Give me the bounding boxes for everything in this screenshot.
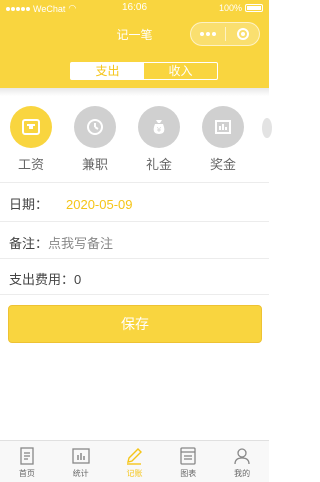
home-doc-icon (20, 447, 34, 465)
expense-income-toggle: 支出 收入 (70, 62, 218, 80)
category-item-bonus[interactable]: 奖金 (198, 106, 248, 173)
status-battery: 100% (219, 3, 263, 13)
save-button[interactable]: 保存 (8, 305, 262, 343)
report-icon (180, 447, 196, 465)
date-row[interactable]: 日期： 2020-05-09 (9, 194, 133, 213)
toggle-income[interactable]: 收入 (144, 63, 217, 79)
header-shadow (0, 88, 269, 96)
money-bag-icon: ¥ (138, 106, 180, 148)
svg-text:¥: ¥ (157, 126, 162, 134)
tab-label: 图表 (180, 469, 197, 478)
category-item-salary[interactable]: 工资 (6, 106, 56, 173)
bar-chart-icon (72, 448, 90, 464)
tab-label: 首页 (18, 469, 35, 478)
tab-label: 统计 (72, 469, 89, 478)
category-label: 奖金 (209, 157, 236, 172)
bonus-card-icon (202, 106, 244, 148)
date-value[interactable]: 2020-05-09 (66, 197, 133, 212)
divider (0, 258, 269, 259)
toggle-expense[interactable]: 支出 (71, 63, 144, 79)
category-item-giftmoney[interactable]: ¥ 礼金 (134, 106, 184, 173)
tab-label: 记账 (126, 469, 143, 478)
date-label: 日期： (9, 197, 49, 212)
amount-input[interactable]: 0 (74, 272, 81, 287)
close-mini-program-button[interactable] (226, 28, 259, 40)
header: WeChat ◠ 16:06 100% 记一笔 支出 收入 (0, 0, 269, 88)
amount-row[interactable]: 支出费用：0 (9, 269, 81, 288)
note-label: 备注： (9, 236, 49, 251)
tab-home[interactable]: 首页 (0, 441, 54, 482)
tab-bar: 首页 统计 记账 图表 我的 (0, 440, 269, 482)
battery-icon (245, 4, 263, 12)
divider (0, 182, 269, 183)
tab-mine[interactable]: 我的 (215, 441, 269, 482)
pencil-icon (127, 448, 143, 465)
more-menu-icon[interactable] (191, 32, 225, 36)
clock-icon (74, 106, 116, 148)
amount-label: 支出费用： (9, 272, 75, 287)
wallet-icon (10, 106, 52, 148)
category-label: 工资 (17, 157, 44, 172)
category-label: 兼职 (81, 157, 108, 172)
status-bar: WeChat ◠ 16:06 100% (0, 0, 269, 16)
category-label: 礼金 (145, 157, 172, 172)
category-item-parttime[interactable]: 兼职 (70, 106, 120, 173)
note-input[interactable]: 点我写备注 (48, 236, 113, 251)
battery-label: 100% (218, 3, 242, 13)
tab-record[interactable]: 记账 (108, 441, 162, 482)
category-overflow-indicator (262, 118, 272, 138)
tab-chart[interactable]: 图表 (161, 441, 215, 482)
close-circle-icon (236, 28, 249, 40)
note-row[interactable]: 备注：点我写备注 (9, 233, 113, 252)
category-list: 工资 兼职 ¥ 礼金 奖金 (0, 106, 272, 174)
divider (0, 221, 269, 222)
tab-statistics[interactable]: 统计 (54, 441, 108, 482)
tab-label: 我的 (234, 469, 251, 478)
user-icon (234, 448, 250, 465)
mini-program-capsule (190, 22, 260, 46)
divider (0, 294, 269, 295)
